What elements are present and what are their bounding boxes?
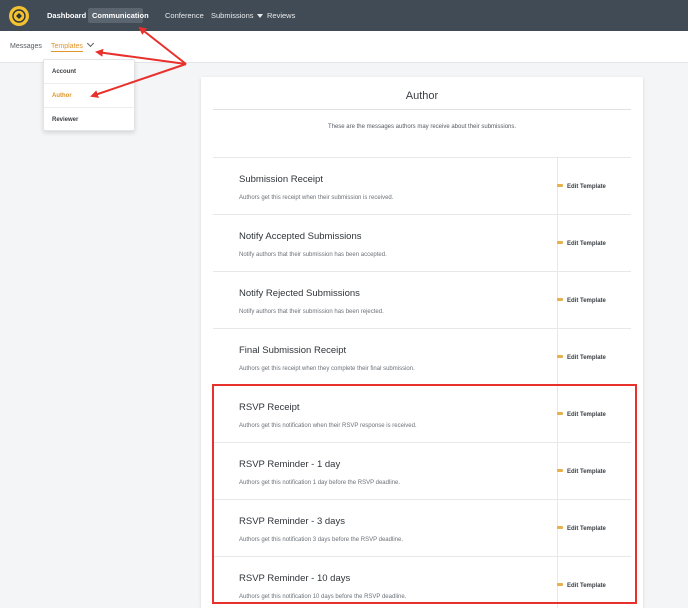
template-description: Notify authors that their submission has…: [239, 309, 384, 315]
template-row: Notify Rejected Submissions Notify autho…: [213, 272, 631, 329]
nav-dashboard[interactable]: Dashboard: [47, 0, 86, 31]
template-row: RSVP Reminder - 1 day Authors get this n…: [213, 443, 631, 500]
subnav-templates-label: Templates: [51, 43, 83, 52]
dropdown-item-reviewer[interactable]: Reviewer: [44, 108, 134, 132]
edit-template-button[interactable]: Edit Template: [557, 410, 606, 420]
pencil-icon: [557, 297, 563, 301]
nav-submissions-label: Submissions: [211, 11, 254, 20]
pencil-icon: [557, 582, 563, 586]
template-row: RSVP Reminder - 10 days Authors get this…: [213, 557, 631, 608]
template-description: Notify authors that their submission has…: [239, 252, 387, 258]
subnav-messages[interactable]: Messages: [10, 31, 42, 63]
pencil-icon: [557, 468, 563, 472]
template-title: RSVP Reminder - 1 day: [239, 459, 341, 470]
card-description: These are the messages authors may recei…: [327, 124, 517, 130]
edit-template-button[interactable]: Edit Template: [557, 467, 606, 477]
chevron-down-icon: [256, 14, 263, 19]
edit-template-button[interactable]: Edit Template: [557, 524, 606, 534]
nav-submissions[interactable]: Submissions: [211, 0, 263, 31]
pencil-icon: [557, 411, 563, 415]
edit-template-button[interactable]: Edit Template: [557, 296, 606, 306]
edit-template-label: Edit Template: [567, 298, 606, 304]
edit-template-label: Edit Template: [567, 412, 606, 418]
dropdown-item-account[interactable]: Account: [44, 60, 134, 84]
pencil-icon: [557, 525, 563, 529]
edit-template-button[interactable]: Edit Template: [557, 581, 606, 591]
template-description: Authors get this notification 10 days be…: [239, 594, 407, 600]
top-navbar: Dashboard Communication Conference Submi…: [0, 0, 688, 31]
nav-conference[interactable]: Conference: [165, 0, 204, 31]
template-description: Authors get this notification when their…: [239, 423, 417, 429]
template-description: Authors get this notification 1 day befo…: [239, 480, 400, 486]
template-title: RSVP Receipt: [239, 402, 300, 413]
templates-dropdown: Account Author Reviewer: [43, 59, 135, 131]
edit-template-label: Edit Template: [567, 184, 606, 190]
template-row: Final Submission Receipt Authors get thi…: [213, 329, 631, 386]
template-title: RSVP Reminder - 3 days: [239, 516, 345, 527]
template-title: Notify Rejected Submissions: [239, 288, 360, 299]
chevron-down-icon: [86, 39, 94, 48]
edit-template-label: Edit Template: [567, 241, 606, 247]
template-title: Submission Receipt: [239, 174, 323, 185]
edit-template-button[interactable]: Edit Template: [557, 239, 606, 249]
pencil-icon: [557, 240, 563, 244]
nav-communication[interactable]: Communication: [92, 0, 149, 31]
template-title: Notify Accepted Submissions: [239, 231, 362, 242]
edit-template-label: Edit Template: [567, 355, 606, 361]
edit-template-label: Edit Template: [567, 583, 606, 589]
template-row: Submission Receipt Authors get this rece…: [213, 158, 631, 215]
template-title: RSVP Reminder - 10 days: [239, 573, 351, 584]
edit-template-label: Edit Template: [567, 469, 606, 475]
logo-icon[interactable]: [9, 6, 29, 26]
template-row: RSVP Reminder - 3 days Authors get this …: [213, 500, 631, 557]
template-row: Notify Accepted Submissions Notify autho…: [213, 215, 631, 272]
edit-template-button[interactable]: Edit Template: [557, 353, 606, 363]
template-title: Final Submission Receipt: [239, 345, 347, 356]
template-description: Authors get this receipt when they compl…: [239, 366, 415, 372]
template-description: Authors get this receipt when their subm…: [239, 195, 394, 201]
dropdown-item-author[interactable]: Author: [44, 84, 134, 108]
pencil-icon: [557, 183, 563, 187]
edit-template-button[interactable]: Edit Template: [557, 182, 606, 192]
edit-template-label: Edit Template: [567, 526, 606, 532]
author-templates-card: Author These are the messages authors ma…: [201, 77, 643, 608]
template-description: Authors get this notification 3 days bef…: [239, 537, 403, 543]
nav-reviews[interactable]: Reviews: [267, 0, 295, 31]
pencil-icon: [557, 354, 563, 358]
card-title: Author: [213, 77, 631, 110]
template-row: RSVP Receipt Authors get this notificati…: [213, 386, 631, 443]
